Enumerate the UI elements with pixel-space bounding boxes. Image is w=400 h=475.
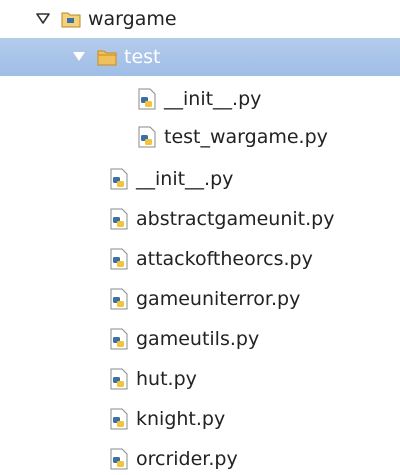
- tree-item-test-init[interactable]: __init__.py: [0, 80, 400, 118]
- tree-item-label: test: [124, 45, 161, 68]
- tree-item-label: orcrider.py: [136, 447, 238, 470]
- package-folder-icon: [60, 8, 82, 30]
- project-explorer-tree: wargame test __init__.py test_wargame.py…: [0, 0, 400, 475]
- expand-arrow-icon[interactable]: [70, 48, 88, 66]
- python-file-icon: [108, 408, 130, 430]
- tree-item-init[interactable]: __init__.py: [0, 160, 400, 198]
- tree-item-label: test_wargame.py: [164, 125, 328, 148]
- tree-item-test-wargame[interactable]: test_wargame.py: [0, 118, 400, 156]
- python-file-icon: [108, 448, 130, 470]
- python-file-icon: [108, 328, 130, 350]
- tree-item-label: gameuniterror.py: [136, 287, 301, 310]
- tree-item-gameutils[interactable]: gameutils.py: [0, 320, 400, 358]
- tree-item-label: gameutils.py: [136, 327, 260, 350]
- python-file-icon: [108, 248, 130, 270]
- python-file-icon: [108, 168, 130, 190]
- tree-item-label: wargame: [88, 7, 177, 30]
- tree-item-label: __init__.py: [164, 87, 262, 110]
- tree-item-hut[interactable]: hut.py: [0, 360, 400, 398]
- tree-item-test[interactable]: test: [0, 38, 400, 76]
- tree-item-attackoftheorcs[interactable]: attackoftheorcs.py: [0, 240, 400, 278]
- tree-item-gameuniterror[interactable]: gameuniterror.py: [0, 280, 400, 318]
- tree-item-label: attackoftheorcs.py: [136, 247, 313, 270]
- python-file-icon: [136, 126, 158, 148]
- tree-item-label: knight.py: [136, 407, 226, 430]
- python-file-icon: [108, 368, 130, 390]
- expand-arrow-icon[interactable]: [34, 10, 52, 28]
- tree-item-abstractgameunit[interactable]: abstractgameunit.py: [0, 200, 400, 238]
- tree-item-knight[interactable]: knight.py: [0, 400, 400, 438]
- python-file-icon: [108, 208, 130, 230]
- tree-item-label: abstractgameunit.py: [136, 207, 335, 230]
- python-file-icon: [136, 88, 158, 110]
- folder-icon: [96, 46, 118, 68]
- tree-item-label: hut.py: [136, 367, 197, 390]
- tree-item-wargame[interactable]: wargame: [0, 0, 400, 38]
- tree-item-label: __init__.py: [136, 167, 234, 190]
- python-file-icon: [108, 288, 130, 310]
- tree-item-orcrider[interactable]: orcrider.py: [0, 440, 400, 475]
